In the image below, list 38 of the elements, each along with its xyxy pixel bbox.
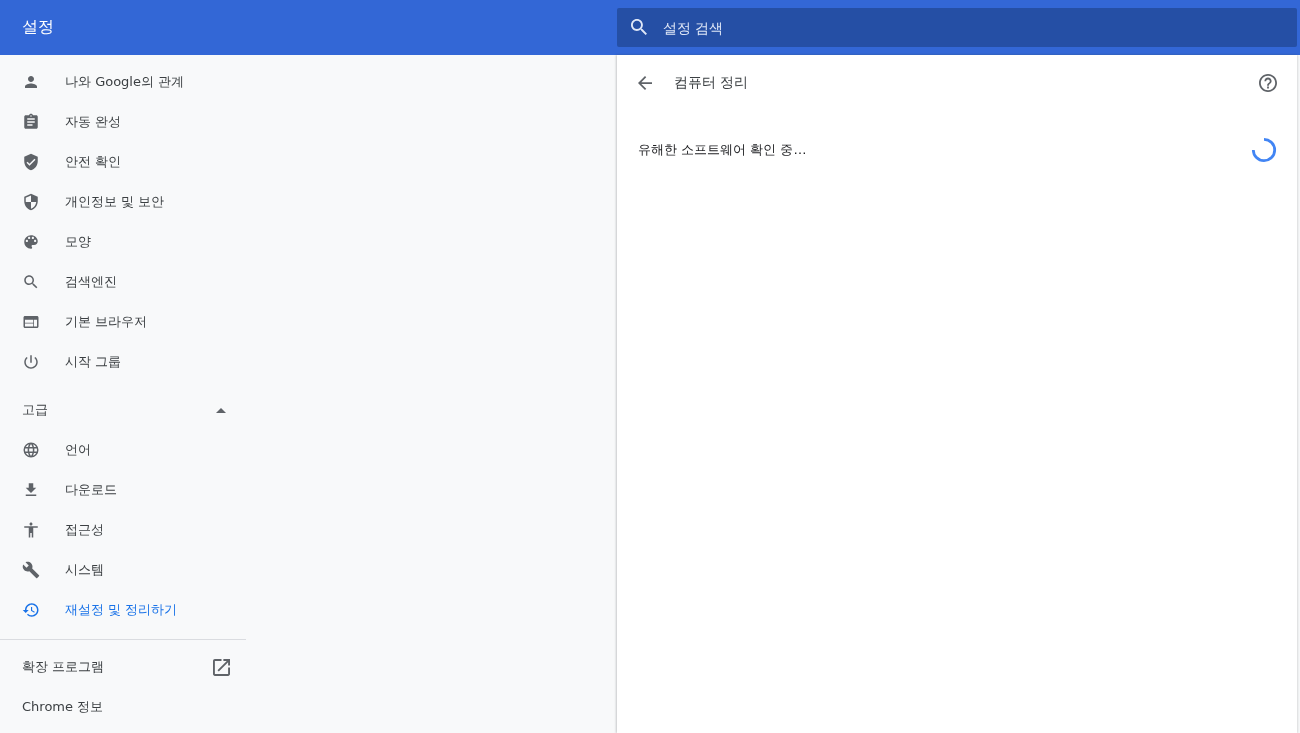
help-icon[interactable] <box>1259 74 1277 92</box>
person-icon <box>22 73 40 91</box>
sidebar-item[interactable]: 시작 그룹 <box>0 342 246 382</box>
sidebar-item[interactable]: 언어 <box>0 430 246 470</box>
history-icon <box>22 601 40 619</box>
shield-check-icon <box>22 153 40 171</box>
external-link-icon <box>213 658 230 676</box>
clipboard-icon <box>22 113 40 131</box>
globe-icon <box>22 441 40 459</box>
sidebar-item[interactable]: 검색엔진 <box>0 262 246 302</box>
spinner-icon <box>1251 137 1277 163</box>
search-icon <box>631 19 647 35</box>
sidebar-link[interactable]: Chrome 정보 <box>0 687 246 727</box>
sidebar-item[interactable]: 접근성 <box>0 510 246 550</box>
sidebar-item[interactable]: 자동 완성 <box>0 102 246 142</box>
accessibility-icon <box>22 521 40 539</box>
shield-icon <box>22 193 40 211</box>
sidebar-item[interactable]: 개인정보 및 보안 <box>0 182 246 222</box>
palette-icon <box>22 233 40 251</box>
sidebar-item[interactable]: 재설정 및 정리하기 <box>0 590 246 630</box>
page-title: 설정 <box>22 17 54 36</box>
search-icon <box>22 273 40 291</box>
sidebar-item[interactable]: 기본 브라우저 <box>0 302 246 342</box>
sidebar-item[interactable]: 나와 Google의 관계 <box>0 62 246 102</box>
sidebar-item[interactable]: 안전 확인 <box>0 142 246 182</box>
search-field[interactable]: 설정 검색 <box>617 8 1297 47</box>
sidebar-item[interactable]: 다운로드 <box>0 470 246 510</box>
browser-window-icon <box>22 313 40 331</box>
back-arrow-icon[interactable] <box>638 76 652 90</box>
advanced-section-toggle[interactable]: 고급 <box>0 390 246 430</box>
sidebar-item[interactable]: 시스템 <box>0 550 246 590</box>
status-text: 유해한 소프트웨어 확인 중… <box>638 141 807 159</box>
sidebar-link[interactable]: 확장 프로그램 <box>0 647 246 687</box>
wrench-icon <box>22 561 40 579</box>
power-icon <box>22 353 40 371</box>
section-title: 컴퓨터 정리 <box>674 74 750 92</box>
caret-icon <box>216 407 226 413</box>
sidebar-item[interactable]: 모양 <box>0 222 246 262</box>
